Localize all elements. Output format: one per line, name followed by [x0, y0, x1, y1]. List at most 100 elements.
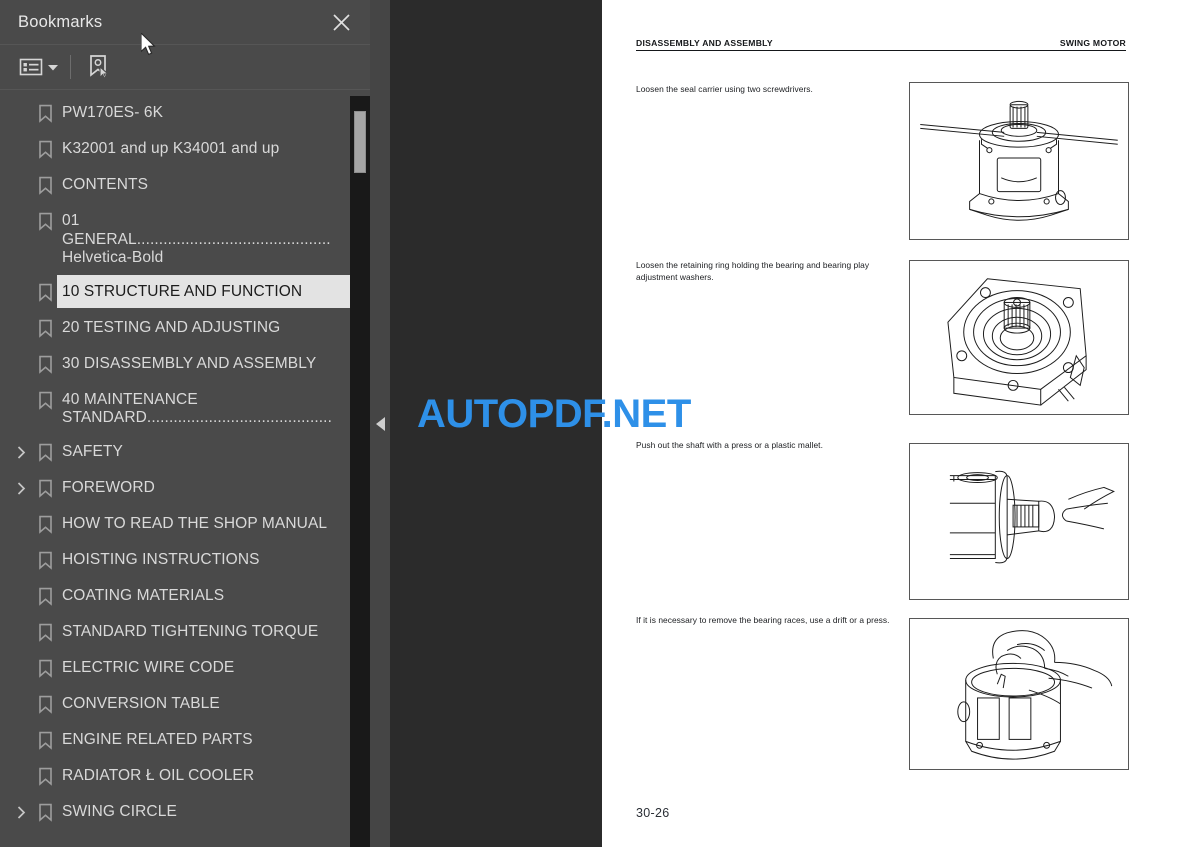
bookmark-item[interactable]: ELECTRIC WIRE CODE — [0, 651, 370, 687]
bookmark-item-label: CONTENTS — [62, 176, 149, 193]
bookmark-item-label: RADIATOR Ł OIL COOLER — [62, 766, 255, 784]
list-options-button[interactable] — [18, 52, 60, 82]
bookmarks-sidebar: Bookmarks PW170ES- 6K K32001 and up K340… — [0, 0, 370, 847]
bookmark-item[interactable]: ENGINE RELATED PARTS — [0, 723, 370, 759]
instruction-text: If it is necessary to remove the bearing… — [636, 615, 890, 625]
bookmark-item[interactable]: 10 STRUCTURE AND FUNCTION — [0, 274, 370, 311]
chevron-placeholder — [10, 687, 32, 698]
bookmark-ribbon-icon — [32, 579, 58, 606]
chevron-placeholder — [10, 579, 32, 590]
swing-motor-seal-carrier-figure — [909, 82, 1129, 240]
bookmark-item[interactable]: K32001 and up K34001 and up — [0, 132, 370, 168]
bookmark-item-label: CONVERSION TABLE — [62, 694, 220, 712]
bookmark-item-label: 40 MAINTENANCE STANDARD.................… — [62, 390, 332, 427]
bookmark-ribbon-icon — [32, 615, 58, 642]
bookmark-item[interactable]: HOW TO READ THE SHOP MANUAL — [0, 507, 370, 543]
collapse-sidebar-button[interactable] — [370, 0, 390, 847]
bookmark-ribbon-icon — [32, 132, 58, 159]
bookmark-item[interactable]: COATING MATERIALS — [0, 579, 370, 615]
bookmark-item-label: 30 DISASSEMBLY AND ASSEMBLY — [62, 354, 317, 372]
bookmark-item[interactable]: PW170ES- 6K — [0, 96, 370, 132]
bookmark-ribbon-icon — [32, 759, 58, 786]
toolbar-divider — [70, 55, 71, 79]
document-step-blocks: Loosen the seal carrier using two screwd… — [602, 0, 1200, 847]
bookmark-item[interactable]: STANDARD TIGHTENING TORQUE — [0, 615, 370, 651]
bookmark-ribbon-icon — [32, 507, 58, 534]
bookmarks-scrollbar[interactable] — [350, 96, 370, 847]
bookmark-item[interactable]: FOREWORD — [0, 471, 370, 507]
bookmarks-toolbar — [0, 44, 370, 90]
bookmark-item[interactable]: 30 DISASSEMBLY AND ASSEMBLY — [0, 347, 370, 383]
chevron-placeholder — [10, 383, 32, 394]
bookmark-ribbon-icon — [32, 383, 58, 410]
bookmark-item[interactable]: 40 MAINTENANCE STANDARD.................… — [0, 383, 370, 435]
pdf-reader-window: Bookmarks PW170ES- 6K K32001 and up K340… — [0, 0, 1200, 847]
bookmark-item[interactable]: SWING CIRCLE — [0, 795, 370, 831]
bookmark-ribbon-icon — [32, 311, 58, 338]
bookmark-item-label: 10 STRUCTURE AND FUNCTION — [57, 274, 352, 309]
document-page: DISASSEMBLY AND ASSEMBLY SWING MOTOR Loo… — [602, 0, 1200, 847]
instruction-text: Push out the shaft with a press or a pla… — [636, 440, 823, 450]
bookmark-item[interactable]: RADIATOR Ł OIL COOLER — [0, 759, 370, 795]
bookmarks-header: Bookmarks — [0, 0, 370, 44]
bookmark-ribbon-icon — [32, 471, 58, 498]
bookmarks-scrollbar-thumb[interactable] — [354, 111, 366, 173]
bookmark-ribbon-icon — [32, 204, 58, 231]
bookmark-item-label: 01 GENERAL..............................… — [62, 212, 331, 267]
bookmark-item-label: 20 TESTING AND ADJUSTING — [62, 318, 281, 336]
bookmark-ribbon-icon — [32, 435, 58, 462]
instruction-text: Loosen the retaining ring holding the be… — [636, 260, 870, 282]
page-number: 30-26 — [636, 806, 670, 820]
instruction-block: Loosen the retaining ring holding the be… — [636, 260, 898, 284]
bookmark-ribbon-icon — [32, 275, 58, 302]
new-bookmark-icon — [85, 54, 113, 80]
chevron-placeholder — [10, 96, 32, 107]
chevron-placeholder — [10, 651, 32, 662]
bookmark-item-label: FOREWORD — [62, 478, 155, 496]
chevron-placeholder — [10, 204, 32, 215]
list-options-icon — [18, 56, 46, 78]
chevron-placeholder — [10, 132, 32, 143]
swing-motor-retaining-ring-figure — [909, 260, 1129, 415]
bookmark-item[interactable]: 20 TESTING AND ADJUSTING — [0, 311, 370, 347]
bookmark-item[interactable]: SAFETY — [0, 435, 370, 471]
bookmark-ribbon-icon — [32, 723, 58, 750]
swing-motor-bearing-race-figure — [909, 618, 1129, 770]
instruction-block: Loosen the seal carrier using two screwd… — [636, 84, 898, 96]
bookmarks-list[interactable]: PW170ES- 6K K32001 and up K34001 and up CO… — [0, 90, 370, 847]
new-bookmark-button[interactable] — [85, 52, 113, 82]
chevron-right-icon[interactable] — [10, 795, 32, 819]
chevron-right-icon[interactable] — [10, 471, 32, 495]
chevron-placeholder — [10, 723, 32, 734]
bookmark-item-label: PW170ES- 6K — [62, 104, 164, 121]
chevron-placeholder — [10, 507, 32, 518]
chevron-placeholder — [10, 311, 32, 322]
bookmarks-panel-title: Bookmarks — [18, 12, 103, 31]
chevron-right-icon[interactable] — [10, 435, 32, 459]
bookmark-item[interactable]: 01 GENERAL..............................… — [0, 204, 370, 275]
bookmark-ribbon-icon — [32, 687, 58, 714]
document-gutter — [370, 0, 602, 847]
bookmark-item-label: STANDARD TIGHTENING TORQUE — [62, 622, 319, 640]
instruction-block: Push out the shaft with a press or a pla… — [636, 440, 898, 452]
bookmark-ribbon-icon — [32, 96, 58, 123]
chevron-down-icon — [46, 56, 60, 78]
bookmark-ribbon-icon — [32, 795, 58, 822]
close-icon[interactable] — [328, 9, 354, 35]
bookmark-item-label: HOW TO READ THE SHOP MANUAL — [62, 514, 328, 532]
chevron-placeholder — [10, 347, 32, 358]
collapse-left-icon — [375, 416, 385, 431]
bookmark-item[interactable]: HOISTING INSTRUCTIONS — [0, 543, 370, 579]
chevron-placeholder — [10, 759, 32, 770]
instruction-block: If it is necessary to remove the bearing… — [636, 615, 898, 627]
bookmark-item-label: COATING MATERIALS — [62, 586, 225, 604]
chevron-placeholder — [10, 275, 32, 286]
swing-motor-shaft-removal-figure — [909, 443, 1129, 600]
bookmark-ribbon-icon — [32, 168, 58, 195]
bookmark-item-label: SAFETY — [62, 442, 123, 460]
bookmark-item[interactable]: CONTENTS — [0, 168, 370, 204]
bookmark-item-label: ENGINE RELATED PARTS — [62, 730, 253, 748]
instruction-text: Loosen the seal carrier using two screwd… — [636, 84, 813, 94]
bookmark-item[interactable]: CONVERSION TABLE — [0, 687, 370, 723]
bookmark-item-label: SWING CIRCLE — [62, 802, 177, 820]
